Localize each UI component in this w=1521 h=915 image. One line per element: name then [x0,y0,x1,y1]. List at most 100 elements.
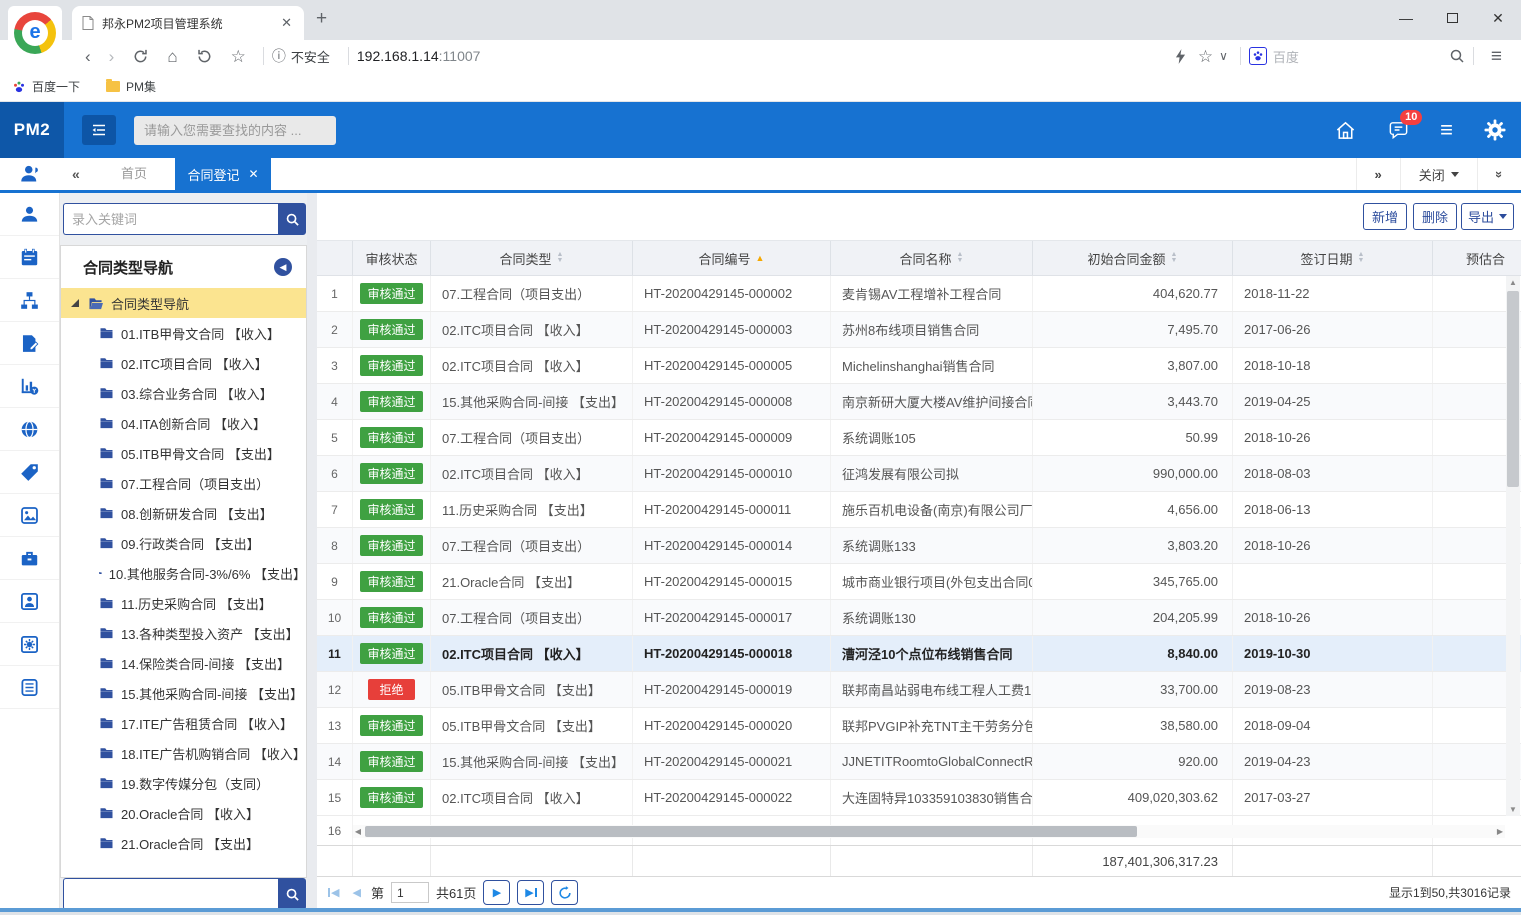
table-row[interactable]: 14审核通过15.其他采购合同-间接 【支出】HT-20200429145-00… [317,744,1521,780]
column-header-合同类型[interactable]: 合同类型▲▼ [431,241,633,275]
tab-close-icon[interactable]: ✕ [248,167,258,181]
undo-icon[interactable] [196,48,213,65]
sidebar-module-report-person-icon[interactable] [0,580,59,623]
table-row[interactable]: 4审核通过15.其他采购合同-间接 【支出】HT-20200429145-000… [317,384,1521,420]
next-page-button[interactable]: ▶ [483,880,510,905]
scrollbar-thumb[interactable] [365,826,1137,837]
sidebar-module-module-settings-icon[interactable] [0,623,59,666]
column-header-初始合同金额[interactable]: 初始合同金额▲▼ [1033,241,1233,275]
tree-search-button[interactable] [278,203,306,235]
browser-search-placeholder[interactable]: 百度 [1273,47,1299,66]
tabs-scroll-right-icon[interactable]: » [1356,158,1400,190]
tree-item[interactable]: 05.ITB甲骨文合同 【支出】 [61,438,306,468]
security-label[interactable]: 不安全 [291,47,330,66]
scroll-right-icon[interactable]: ▶ [1495,827,1505,836]
column-header-审核状态[interactable]: 审核状态 [353,241,431,275]
new-tab-icon[interactable]: + [316,8,327,30]
lightning-icon[interactable] [1175,49,1186,64]
url-port[interactable]: :11007 [439,48,481,64]
sort-icons[interactable]: ▲▼ [1358,252,1365,264]
search-icon[interactable] [1449,48,1465,64]
close-tabs-dropdown[interactable]: 关闭 [1400,158,1477,190]
table-row[interactable]: 8审核通过07.工程合同（项目支出）HT-20200429145-000014系… [317,528,1521,564]
tree-item[interactable]: 08.创新研发合同 【支出】 [61,498,306,528]
first-page-icon[interactable]: ◀ [325,886,342,899]
sidebar-module-schedule-icon[interactable] [0,236,59,279]
export-button[interactable]: 导出 [1461,203,1514,230]
table-row[interactable]: 1审核通过07.工程合同（项目支出）HT-20200429145-000002麦… [317,276,1521,312]
column-header-预估合[interactable]: 预估合 [1433,241,1521,275]
sidebar-module-document-edit-icon[interactable] [0,322,59,365]
tree-filter-input[interactable] [63,878,278,910]
tree-item[interactable]: 09.行政类合同 【支出】 [61,528,306,558]
table-row[interactable]: 7审核通过11.历史采购合同 【支出】HT-20200429145-000011… [317,492,1521,528]
table-row[interactable]: 6审核通过02.ITC项目合同 【收入】HT-20200429145-00001… [317,456,1521,492]
tree-item[interactable]: 21.Oracle合同 【支出】 [61,828,306,858]
minimize-icon[interactable]: — [1383,10,1429,26]
info-icon[interactable]: ⓘ [272,46,286,66]
forward-icon[interactable]: › [109,48,115,65]
browser-menu-icon[interactable]: ≡ [1491,47,1502,66]
sidebar-module-globe-icon[interactable] [0,408,59,451]
collapse-up-icon[interactable]: » [1477,158,1521,190]
favorite-star-icon[interactable]: ☆ [231,48,246,65]
last-page-button[interactable]: ▶ [517,880,544,905]
prev-page-icon[interactable]: ◀ [349,886,363,899]
tabs-scroll-left-icon[interactable]: « [66,158,86,190]
add-button[interactable]: 新增 [1363,203,1407,230]
tree-item[interactable]: 17.ITE广告租赁合同 【收入】 [61,708,306,738]
tree-item[interactable]: 01.ITB甲骨文合同 【收入】 [61,318,306,348]
tree-item[interactable]: 18.ITE广告机购销合同 【收入】 [61,738,306,768]
sidebar-module-photo-icon[interactable] [0,494,59,537]
page-number-input[interactable] [391,882,429,903]
horizontal-scrollbar[interactable]: ◀ ▶ [353,825,1505,838]
sort-icons[interactable]: ▲▼ [1171,252,1178,264]
expand-icon[interactable] [71,299,79,307]
back-icon[interactable]: ‹ [85,48,91,65]
table-row[interactable]: 15审核通过02.ITC项目合同 【收入】HT-20200429145-0000… [317,780,1521,816]
column-header-签订日期[interactable]: 签订日期▲▼ [1233,241,1433,275]
settings-button[interactable] [1483,118,1507,142]
table-row[interactable]: 11审核通过02.ITC项目合同 【收入】HT-20200429145-0000… [317,636,1521,672]
refresh-button[interactable] [551,880,578,905]
app-logo[interactable]: PM2 [0,102,64,158]
home-button[interactable] [1334,119,1357,142]
tree-filter-button[interactable] [278,878,306,910]
tree-item[interactable]: 14.保险类合同-间接 【支出】 [61,648,306,678]
tree-item[interactable]: 10.其他服务合同-3%/6% 【支出】 [61,558,306,588]
tab-home[interactable]: 首页 [98,158,170,190]
delete-button[interactable]: 删除 [1413,203,1457,230]
sidebar-module-form-list-icon[interactable] [0,666,59,709]
tab-contract-register[interactable]: 合同登记 ✕ [175,158,271,190]
tree-item[interactable]: 02.ITC项目合同 【收入】 [61,348,306,378]
scroll-up-icon[interactable]: ▲ [1509,276,1517,289]
url-host[interactable]: 192.168.1.14 [357,48,439,64]
sidebar-module-tag-icon[interactable] [0,451,59,494]
scroll-down-icon[interactable]: ▼ [1509,803,1517,816]
bookmark-star-icon[interactable]: ☆ [1198,48,1213,65]
bookmark-pm-folder[interactable]: PM集 [106,78,156,95]
sort-icons[interactable]: ▲▼ [957,252,964,264]
tree-item[interactable]: 15.其他采购合同-间接 【支出】 [61,678,306,708]
table-row[interactable]: 12拒绝05.ITB甲骨文合同 【支出】HT-20200429145-00001… [317,672,1521,708]
tree-root-node[interactable]: 合同类型导航 [61,288,306,318]
reload-icon[interactable] [132,48,149,65]
scroll-left-icon[interactable]: ◀ [353,827,363,836]
table-row[interactable]: 3审核通过02.ITC项目合同 【收入】HT-20200429145-00000… [317,348,1521,384]
tree-item[interactable]: 20.Oracle合同 【收入】 [61,798,306,828]
home-nav-icon[interactable]: ⌂ [167,48,177,65]
vertical-scrollbar[interactable]: ▲ ▼ [1506,276,1520,816]
table-row[interactable]: 2审核通过02.ITC项目合同 【收入】HT-20200429145-00000… [317,312,1521,348]
collapse-menu-button[interactable] [82,115,116,145]
table-row[interactable]: 10审核通过07.工程合同（项目支出）HT-20200429145-000017… [317,600,1521,636]
sidebar-account-cell[interactable] [0,158,60,190]
app-menu-icon[interactable]: ≡ [1440,119,1453,141]
table-row[interactable]: 5审核通过07.工程合同（项目支出）HT-20200429145-000009系… [317,420,1521,456]
table-row[interactable]: 13审核通过05.ITB甲骨文合同 【支出】HT-20200429145-000… [317,708,1521,744]
browser-tab[interactable]: 邦永PM2项目管理系统 ✕ [72,6,304,40]
tree-item[interactable]: 03.综合业务合同 【收入】 [61,378,306,408]
bookmark-baidu[interactable]: 百度一下 [12,78,80,95]
close-window-icon[interactable]: ✕ [1475,10,1521,27]
tree-item[interactable]: 13.各种类型投入资产 【支出】 [61,618,306,648]
sort-icons[interactable]: ▲▼ [557,252,564,264]
